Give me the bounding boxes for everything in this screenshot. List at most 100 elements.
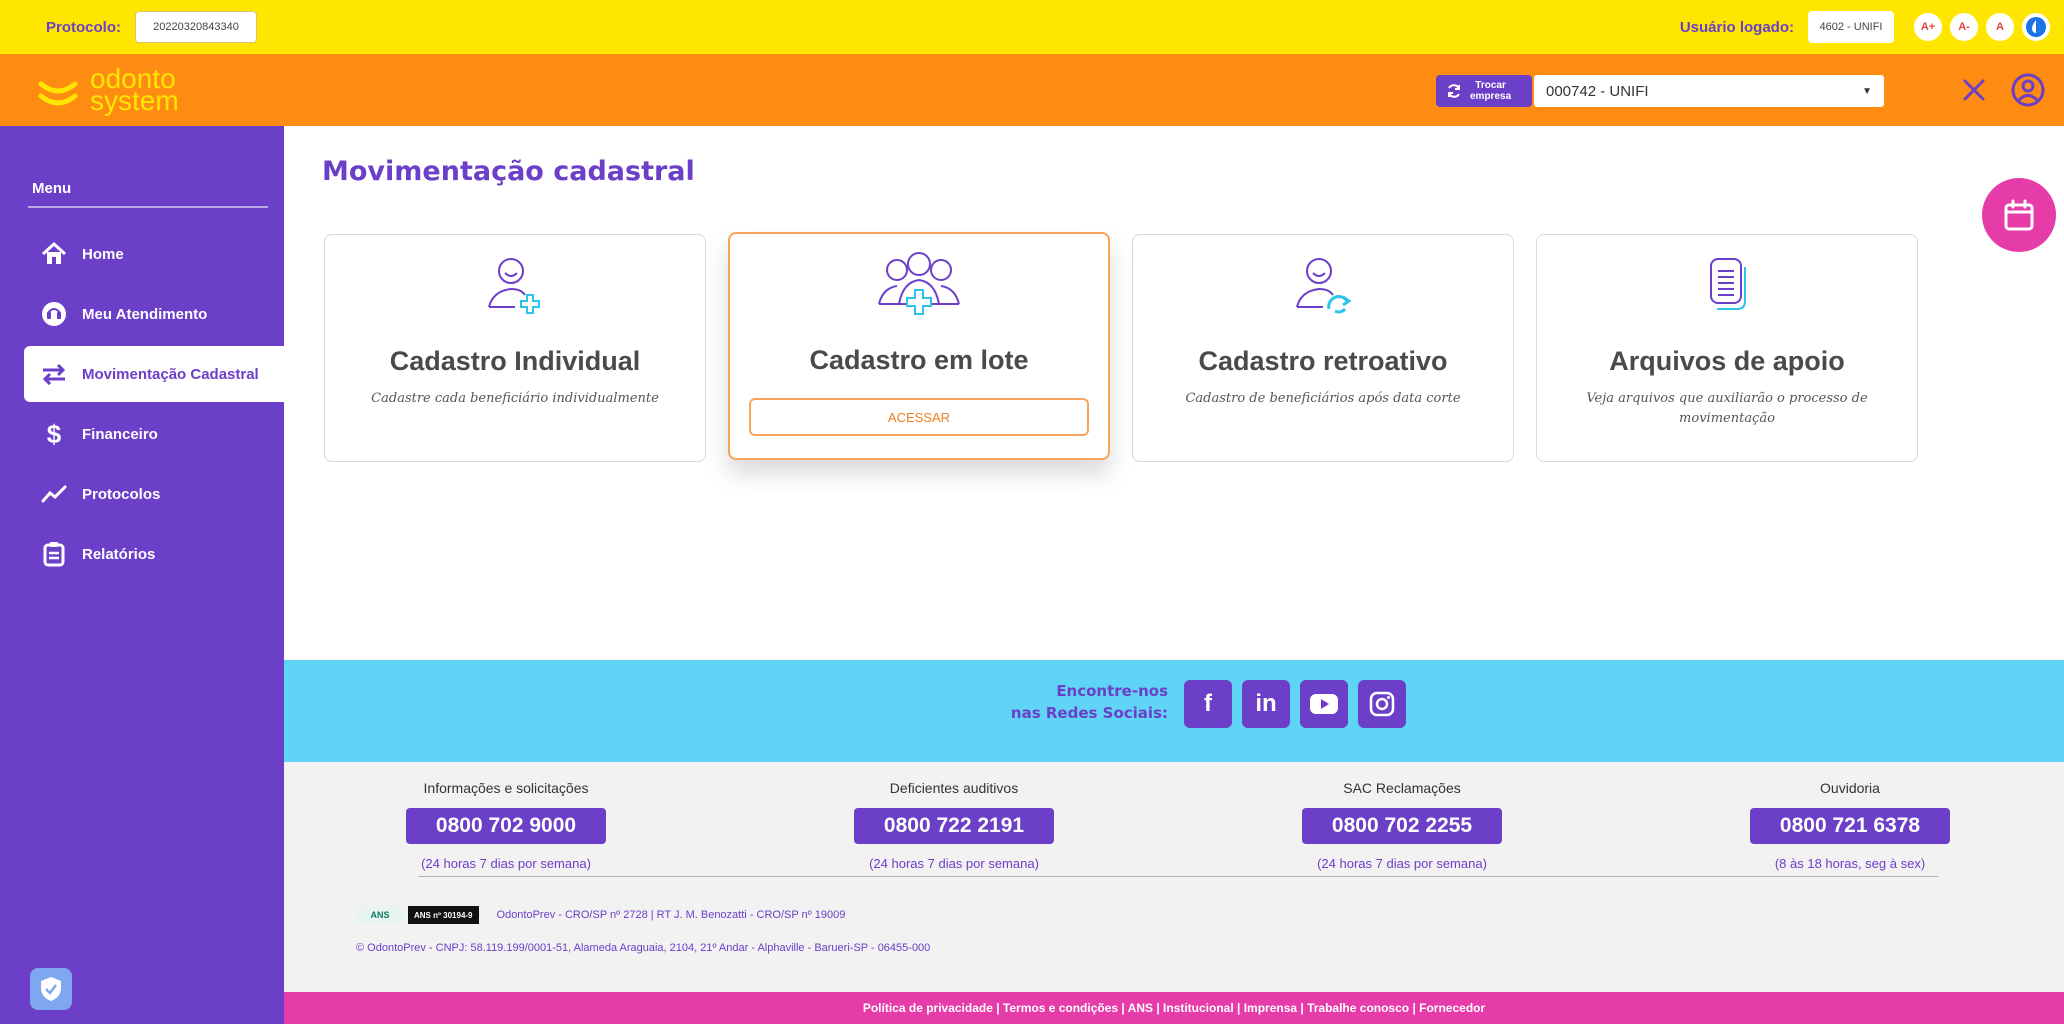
card-cadastro-em-lote[interactable]: Cadastro em lote ACESSAR (728, 232, 1110, 460)
card-title: Cadastro Individual (389, 346, 641, 376)
card-cadastro-individual[interactable]: Cadastro Individual Cadastre cada benefi… (324, 234, 706, 462)
contact-phone[interactable]: 0800 721 6378 (1750, 808, 1950, 844)
headset-icon (40, 300, 68, 328)
app-header: odonto system Trocar empresa 000742 - UN… (0, 54, 2064, 126)
home-icon (40, 240, 68, 268)
linkedin-icon: in (1255, 690, 1277, 717)
protocol-bar: Protocolo: 20220320843340 Usuário logado… (0, 0, 2064, 54)
menu-title: Menu (32, 180, 72, 197)
card-description: Cadastro de beneficiários após data cort… (1185, 391, 1461, 406)
add-group-icon (878, 252, 960, 315)
company-select-value: 000742 - UNIFI (1546, 82, 1649, 100)
shield-check-icon (41, 977, 61, 1001)
youtube-button[interactable] (1300, 680, 1348, 728)
close-icon[interactable] (1958, 74, 1990, 106)
contact-deficientes-auditivos: Deficientes auditivos 0800 722 2191 (24 … (824, 762, 1084, 871)
user-refresh-icon (1296, 258, 1352, 314)
contact-label: Deficientes auditivos (889, 780, 1019, 796)
security-shield-button[interactable] (30, 968, 72, 1010)
sidebar-item-label: Protocolos (82, 485, 161, 503)
sidebar: Menu Home Meu Atendimento Movimentação C… (0, 126, 284, 1024)
trend-line-icon (40, 480, 68, 508)
card-title: Cadastro em lote (809, 345, 1029, 375)
contact-ouvidoria: Ouvidoria 0800 721 6378 (8 às 18 horas, … (1720, 762, 1980, 871)
social-heading-line1: Encontre-nos (1056, 682, 1168, 700)
legal-info-line: ANS ANS nº 30194-9 OdontoPrev - CRO/SP n… (356, 906, 845, 924)
logo-text-line2: system (90, 85, 179, 116)
contact-hours: (24 horas 7 dias por semana) (421, 856, 591, 871)
dollar-icon: $ (46, 418, 62, 449)
menu-divider (28, 206, 268, 208)
policy-links-bar[interactable]: Política de privacidade | Termos e condi… (284, 992, 2064, 1024)
social-heading-line2: nas Redes Sociais: (1010, 704, 1168, 722)
contact-hours: (24 horas 7 dias por semana) (869, 856, 1039, 871)
sidebar-item-financeiro[interactable]: $ Financeiro (24, 406, 284, 462)
facebook-icon: f (1204, 690, 1212, 717)
page-title: Movimentação cadastral (322, 156, 695, 187)
sidebar-item-label: Relatórios (82, 545, 156, 563)
social-media-band: Encontre-nos nas Redes Sociais: f in (284, 660, 2064, 762)
calendar-icon (2004, 199, 2034, 231)
card-arquivos-de-apoio[interactable]: Arquivos de apoio Veja arquivos que auxi… (1536, 234, 1918, 462)
logged-user-label: Usuário logado: (1679, 18, 1794, 36)
contact-section: Informações e solicitações 0800 702 9000… (284, 762, 2064, 992)
swap-arrows-icon (40, 360, 68, 388)
sidebar-item-protocolos[interactable]: Protocolos (24, 466, 284, 522)
youtube-icon (1310, 694, 1338, 714)
instagram-button[interactable] (1358, 680, 1406, 728)
company-select[interactable]: 000742 - UNIFI ▼ (1534, 75, 1884, 107)
contact-sac: SAC Reclamações 0800 702 2255 (24 horas … (1272, 762, 1532, 871)
acessar-button[interactable]: ACESSAR (749, 398, 1089, 436)
contact-phone[interactable]: 0800 702 9000 (406, 808, 606, 844)
switch-company-label-2: empresa (1470, 91, 1512, 102)
contact-hours: (8 às 18 horas, seg à sex) (1774, 856, 1926, 871)
smile-logo-icon (38, 81, 78, 106)
contact-phone[interactable]: 0800 722 2191 (854, 808, 1054, 844)
font-increase-button[interactable]: A+ (1914, 13, 1942, 41)
refresh-icon (1448, 84, 1460, 98)
instagram-icon (1369, 691, 1395, 717)
add-user-icon (488, 258, 540, 314)
document-icon (1710, 258, 1746, 310)
font-reset-button[interactable]: A (1986, 13, 2014, 41)
sidebar-item-label: Meu Atendimento (82, 305, 208, 323)
protocol-label: Protocolo: (46, 18, 121, 36)
sidebar-item-relatorios[interactable]: Relatórios (24, 526, 284, 582)
contact-phone[interactable]: 0800 702 2255 (1302, 808, 1502, 844)
contact-label: SAC Reclamações (1343, 780, 1461, 796)
ans-registration-badge: ANS nº 30194-9 (408, 906, 479, 924)
contact-label: Informações e solicitações (423, 780, 589, 796)
protocol-field[interactable]: 20220320843340 (135, 11, 257, 43)
switch-company-label-1: Trocar (1475, 80, 1506, 91)
sidebar-item-label: Movimentação Cadastral (82, 365, 259, 383)
linkedin-button[interactable]: in (1242, 680, 1290, 728)
card-description: Veja arquivos que auxiliarão o processo … (1586, 391, 1868, 426)
contrast-icon (2026, 17, 2046, 37)
facebook-button[interactable]: f (1184, 680, 1232, 728)
sidebar-item-label: Home (82, 245, 124, 263)
logged-user-field[interactable]: 4602 - UNIFI (1808, 11, 1894, 43)
page: Protocolo: 20220320843340 Usuário logado… (0, 0, 2064, 1024)
report-icon (40, 540, 68, 568)
switch-company-button[interactable]: Trocar empresa (1436, 75, 1532, 107)
sidebar-item-meu-atendimento[interactable]: Meu Atendimento (24, 286, 284, 342)
contact-label: Ouvidoria (1820, 780, 1880, 796)
font-decrease-button[interactable]: A- (1950, 13, 1978, 41)
contrast-button[interactable] (2022, 13, 2050, 41)
sidebar-item-movimentacao-cadastral[interactable]: Movimentação Cadastral (24, 346, 284, 402)
contact-informacoes: Informações e solicitações 0800 702 9000… (376, 762, 636, 871)
card-cadastro-retroativo[interactable]: Cadastro retroativo Cadastro de benefici… (1132, 234, 1514, 462)
ans-logo: ANS (356, 906, 404, 924)
card-title: Cadastro retroativo (1198, 346, 1448, 376)
legal-cro-text: OdontoPrev - CRO/SP nº 2728 | RT J. M. B… (496, 909, 846, 921)
legal-address-text: © OdontoPrev - CNPJ: 58.119.199/0001-51,… (356, 942, 931, 954)
sidebar-item-label: Financeiro (82, 425, 158, 443)
card-title: Arquivos de apoio (1609, 346, 1845, 376)
user-profile-icon[interactable] (2010, 72, 2046, 108)
contact-hours: (24 horas 7 dias por semana) (1317, 856, 1487, 871)
social-heading: Encontre-nos nas Redes Sociais: (968, 680, 1168, 724)
card-description: Cadastre cada beneficiário individualmen… (371, 391, 659, 406)
sidebar-item-home[interactable]: Home (24, 226, 284, 282)
odonto-system-logo[interactable]: odonto system (38, 63, 208, 117)
calendar-button[interactable] (1982, 178, 2056, 252)
